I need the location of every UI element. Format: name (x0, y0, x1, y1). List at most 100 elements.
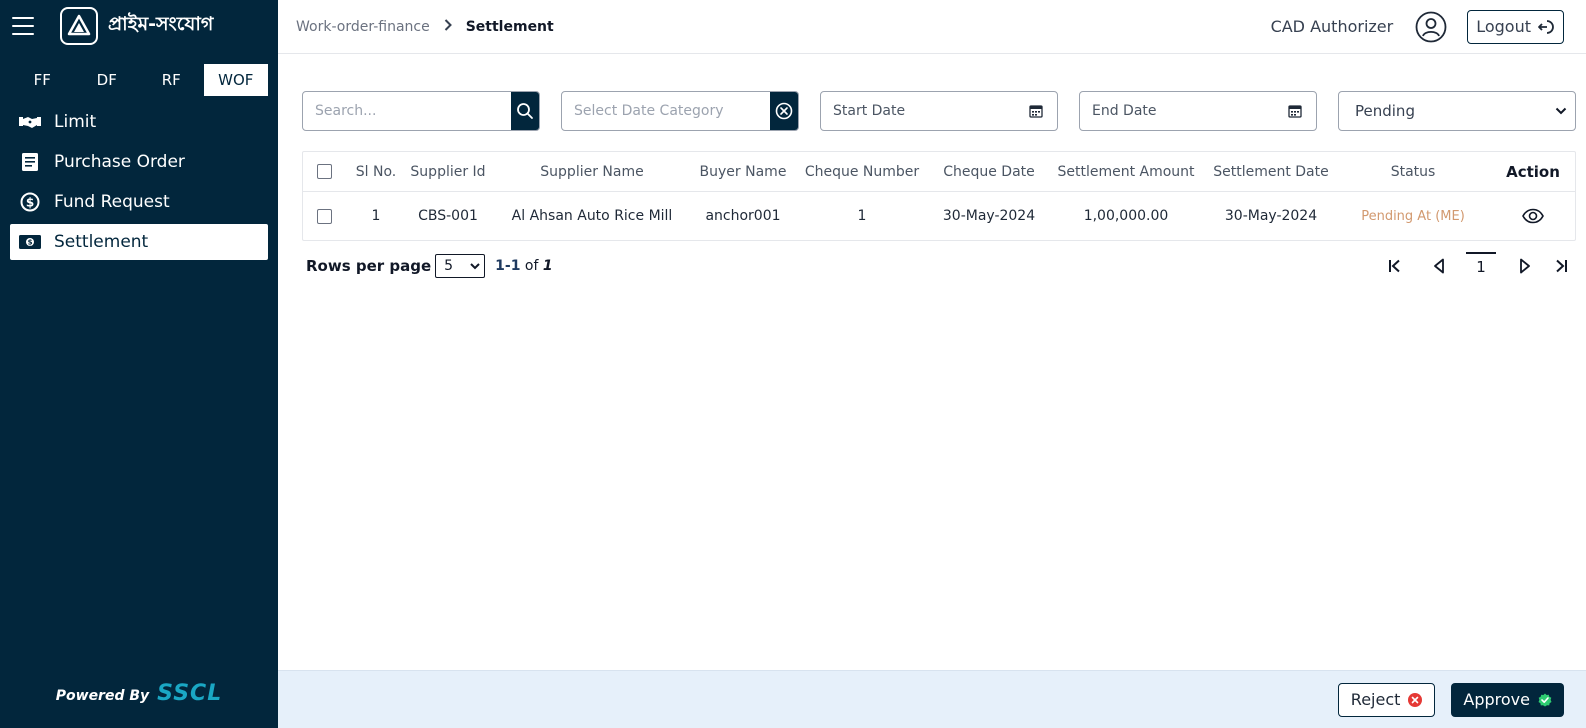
col-status: Status (1390, 163, 1436, 180)
col-buyer-name: Buyer Name (699, 163, 787, 180)
sidebar: প্রাইম-সংযোগ FF DF RF WOF Limit Purchase… (0, 0, 278, 728)
rows-per-page-label: Rows per page (306, 257, 432, 275)
logout-label: Logout (1476, 17, 1531, 36)
reject-label: Reject (1350, 690, 1401, 709)
reject-button[interactable]: Reject (1337, 682, 1436, 717)
col-settlement-date: Settlement Date (1213, 163, 1329, 180)
first-page-icon (1389, 259, 1400, 273)
handshake-icon (18, 110, 42, 134)
calendar-icon[interactable] (1288, 104, 1302, 118)
prev-page-button[interactable] (1424, 252, 1454, 280)
hamburger-menu-icon[interactable] (12, 17, 34, 35)
cell-cheque-date: 30-May-2024 (942, 208, 1036, 224)
table-row: 1 CBS-001 Al Ahsan Auto Rice Mill anchor… (303, 192, 1575, 240)
rows-per-page-value: 5 (444, 258, 454, 274)
cell-cheque-number: 1 (857, 208, 867, 224)
filter-bar: Start Date End Date Pending (302, 91, 1576, 131)
tab-ff[interactable]: FF (10, 64, 75, 96)
cell-buyer-name: anchor001 (705, 208, 781, 224)
logout-button[interactable]: Logout (1467, 9, 1564, 44)
tab-df[interactable]: DF (75, 64, 140, 96)
search-box (302, 91, 540, 131)
top-header: Work-order-finance Settlement CAD Author… (278, 0, 1586, 54)
range-total: 1 (542, 258, 553, 274)
page-number-current[interactable]: 1 (1466, 252, 1496, 280)
action-footer: Reject Approve (278, 670, 1586, 728)
status-select-value: Pending (1355, 102, 1415, 120)
end-date-field[interactable]: End Date (1079, 91, 1317, 131)
row-checkbox[interactable] (316, 208, 332, 224)
first-page-button[interactable] (1380, 252, 1410, 280)
col-sl-no: Sl No. (355, 163, 397, 180)
view-eye-icon[interactable] (1522, 208, 1544, 224)
range-of: of (524, 258, 539, 274)
sidebar-item-label: Limit (54, 112, 97, 132)
approve-check-icon (1538, 693, 1552, 706)
start-date-field[interactable]: Start Date (820, 91, 1058, 131)
pagination: Rows per page 5 1-1 of 1 1 (302, 252, 1576, 280)
date-category-input[interactable] (562, 92, 770, 130)
finance-type-tabs: FF DF RF WOF (0, 52, 278, 98)
chevron-down-icon (1555, 107, 1567, 115)
breadcrumb-work-order-finance[interactable]: Work-order-finance (296, 19, 430, 35)
sidebar-item-limit[interactable]: Limit (10, 104, 268, 140)
end-date-text: End Date (1092, 103, 1157, 119)
tab-rf[interactable]: RF (139, 64, 204, 96)
user-role: CAD Authorizer (1270, 17, 1394, 36)
clear-date-category-button[interactable] (770, 92, 798, 130)
chevron-right-icon (444, 18, 452, 35)
cell-supplier-id: CBS-001 (418, 208, 478, 224)
range-value: 1-1 (495, 258, 521, 274)
tab-wof[interactable]: WOF (203, 64, 268, 96)
brand[interactable]: প্রাইম-সংযোগ (60, 7, 213, 45)
settlement-table: Sl No. Supplier Id Supplier Name Buyer N… (302, 151, 1576, 241)
page-controls: 1 (1366, 252, 1576, 280)
triangle-left-icon (1434, 258, 1444, 274)
date-category-box (561, 91, 799, 131)
search-button[interactable] (511, 92, 539, 130)
col-cheque-date: Cheque Date (943, 163, 1035, 180)
table-header-row: Sl No. Supplier Id Supplier Name Buyer N… (303, 152, 1575, 192)
breadcrumb-settlement: Settlement (465, 18, 554, 35)
search-icon (517, 103, 533, 119)
approve-label: Approve (1463, 690, 1530, 709)
cash-icon: $ (18, 230, 42, 254)
col-supplier-id: Supplier Id (410, 163, 486, 180)
chevron-down-icon (470, 262, 480, 269)
last-page-icon (1556, 259, 1567, 273)
powered-by: Powered By SSCL (0, 681, 278, 706)
start-date-text: Start Date (833, 103, 906, 119)
last-page-button[interactable] (1546, 252, 1576, 280)
sidebar-top: প্রাইম-সংযোগ (0, 0, 278, 52)
user-avatar-icon[interactable] (1415, 11, 1447, 43)
cell-supplier-name: Al Ahsan Auto Rice Mill (511, 208, 673, 224)
sidebar-item-settlement[interactable]: $ Settlement (10, 224, 268, 260)
col-action: Action (1506, 162, 1560, 181)
status-select[interactable]: Pending (1338, 91, 1576, 131)
search-input[interactable] (303, 92, 511, 130)
sscl-logo: SSCL (157, 681, 223, 706)
sidebar-item-fund-request[interactable]: $ Fund Request (10, 184, 268, 220)
sidebar-item-label: Fund Request (54, 192, 170, 212)
approve-button[interactable]: Approve (1451, 682, 1564, 717)
select-all-checkbox[interactable] (316, 164, 332, 179)
breadcrumb: Work-order-finance Settlement (296, 19, 554, 35)
sidebar-item-label: Purchase Order (54, 152, 185, 172)
svg-text:$: $ (26, 196, 34, 210)
status-badge: Pending At (ME) (1361, 208, 1465, 224)
svg-text:$: $ (28, 239, 33, 247)
cell-settlement-amount: 1,00,000.00 (1083, 208, 1169, 224)
reject-x-icon (1408, 692, 1423, 707)
sidebar-menu: Limit Purchase Order $ Fund Request $ Se… (0, 104, 278, 260)
sidebar-item-purchase-order[interactable]: Purchase Order (10, 144, 268, 180)
rows-per-page-select[interactable]: 5 (435, 254, 486, 278)
next-page-button[interactable] (1510, 252, 1540, 280)
dollar-circle-icon: $ (18, 190, 42, 214)
document-icon (18, 150, 42, 174)
brand-name: প্রাইম-সংযোগ (108, 13, 214, 35)
calendar-icon[interactable] (1029, 104, 1043, 118)
brand-logo-icon (60, 7, 98, 45)
col-cheque-number: Cheque Number (804, 163, 920, 180)
cell-sl-no: 1 (371, 208, 381, 224)
clear-circle-icon (775, 102, 793, 120)
